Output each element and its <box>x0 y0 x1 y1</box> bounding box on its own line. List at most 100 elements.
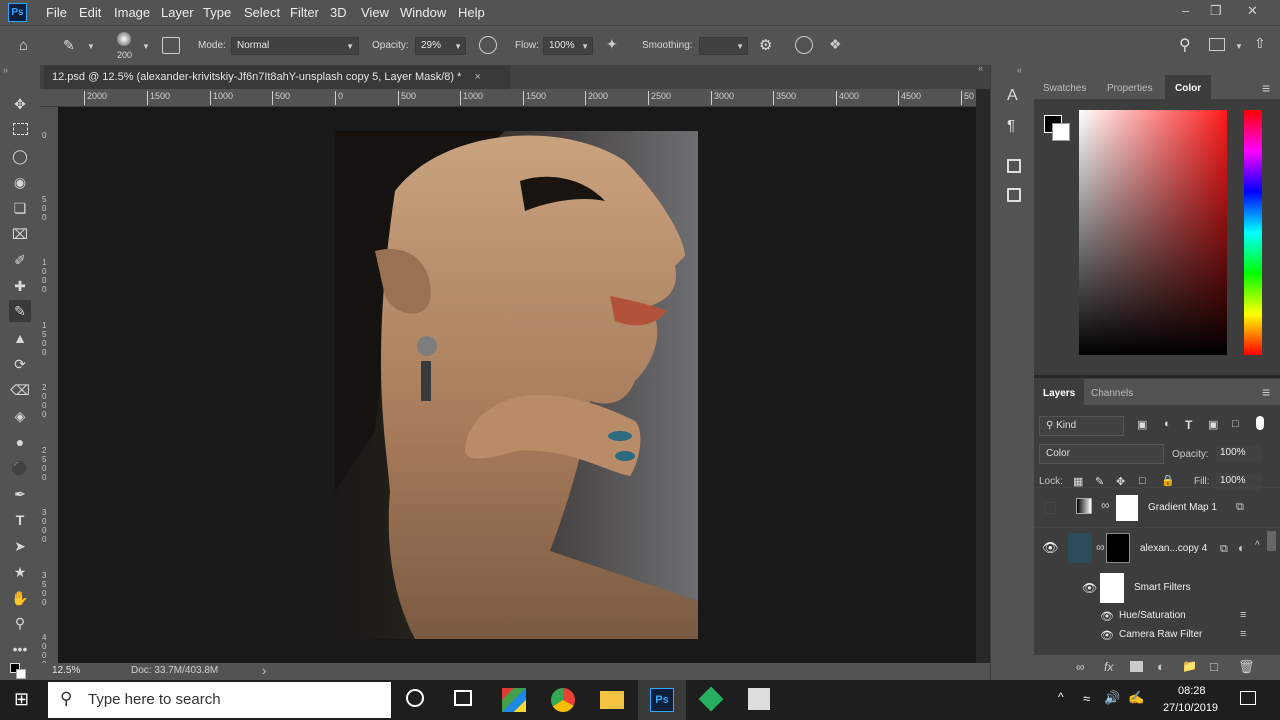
pen-tool-icon[interactable]: ✒ <box>9 483 31 505</box>
type-filter-icon[interactable]: T <box>1185 418 1192 432</box>
more-tools-icon[interactable]: ••• <box>9 638 31 660</box>
link-icon[interactable]: ∞ <box>1101 498 1110 512</box>
home-icon[interactable]: ⌂ <box>19 37 28 54</box>
chevron-up-icon[interactable]: ^ <box>1255 540 1260 551</box>
tab-layers[interactable]: Layers <box>1043 388 1075 399</box>
brush-panel-icon[interactable] <box>162 37 180 54</box>
layer-opacity-field[interactable]: 100% <box>1216 445 1262 463</box>
smart-filters-row[interactable]: 👁 Smart Filters <box>1034 569 1280 607</box>
wifi-icon[interactable]: ≈ <box>1083 691 1090 706</box>
menu-window[interactable]: Window <box>400 5 446 20</box>
filter-name[interactable]: Hue/Saturation <box>1119 610 1186 621</box>
layer-name[interactable]: alexan...copy 4 <box>1140 543 1207 554</box>
layer-thumbnail[interactable] <box>1068 533 1092 563</box>
paragraph-icon[interactable]: ¶ <box>1007 117 1015 134</box>
close-icon[interactable]: ✕ <box>1247 3 1258 19</box>
folder-icon[interactable]: 📁 <box>1182 659 1197 673</box>
windows-start-icon[interactable]: ⊞ <box>14 689 29 710</box>
document-image[interactable] <box>335 131 698 639</box>
type-tool-icon[interactable]: T <box>9 509 31 531</box>
brush-tool-icon[interactable]: ✎ <box>9 300 31 322</box>
mask-icon[interactable] <box>1130 661 1143 672</box>
minimize-icon[interactable]: – <box>1182 3 1189 18</box>
link-icon[interactable]: ∞ <box>1076 660 1085 674</box>
menu-image[interactable]: Image <box>114 5 150 20</box>
volume-icon[interactable]: 🔊 <box>1104 690 1120 706</box>
lock-artboard-icon[interactable]: □ <box>1139 475 1146 487</box>
language-icon[interactable]: ✍ <box>1128 690 1144 706</box>
tab-properties[interactable]: Properties <box>1107 83 1153 94</box>
document-tab[interactable]: 12.psd @ 12.5% (alexander-krivitskiy-Jf6… <box>44 65 510 89</box>
filter-row[interactable]: 👁 Hue/Saturation ≡ <box>1034 607 1280 626</box>
share-icon[interactable]: ⇧ <box>1254 35 1266 52</box>
layer-mask-thumbnail[interactable] <box>1116 495 1138 521</box>
app-icon[interactable] <box>748 688 770 710</box>
chevron-down-icon[interactable]: ▼ <box>1235 42 1243 51</box>
smart-object-filter-icon[interactable]: □ <box>1232 418 1239 430</box>
character-icon[interactable]: A <box>1007 87 1018 105</box>
pixel-filter-icon[interactable]: ▣ <box>1137 418 1147 431</box>
adjustment-filter-icon[interactable]: ◐ <box>1164 418 1171 430</box>
clock-time[interactable]: 08:28 <box>1178 685 1206 697</box>
eyedropper-tool-icon[interactable]: ✐ <box>9 249 31 271</box>
zoom-level[interactable]: 12.5% <box>52 665 80 676</box>
flow-field[interactable]: 100% ▼ <box>543 37 593 55</box>
filter-name[interactable]: Camera Raw Filter <box>1119 629 1202 640</box>
menu-type[interactable]: Type <box>203 5 231 20</box>
menu-help[interactable]: Help <box>458 5 485 20</box>
eye-icon[interactable]: 👁 <box>1100 610 1114 623</box>
notes-icon[interactable] <box>1007 188 1021 202</box>
brush-icon[interactable]: ✎ <box>63 37 75 54</box>
menu-view[interactable]: View <box>361 5 389 20</box>
shape-tool-icon[interactable]: ★ <box>9 561 31 583</box>
chevron-up-icon[interactable]: ^ <box>1058 690 1064 704</box>
frame-tool-icon[interactable]: ⌧ <box>9 223 31 245</box>
filter-effects-icon[interactable]: ◐ <box>1238 541 1245 555</box>
blending-options-icon[interactable]: ≡ <box>1240 628 1246 640</box>
filter-toggle-icon[interactable] <box>1256 416 1264 430</box>
opacity-field[interactable]: 29% ▼ <box>415 37 466 55</box>
trash-icon[interactable]: 🗑 <box>1238 659 1255 675</box>
app-icon[interactable] <box>502 688 526 712</box>
background-color-swatch[interactable] <box>16 669 26 679</box>
pressure-size-icon[interactable] <box>795 36 813 54</box>
libraries-icon[interactable] <box>1007 159 1021 173</box>
background-swatch[interactable] <box>1052 123 1070 141</box>
healing-brush-tool-icon[interactable]: ✚ <box>9 275 31 297</box>
eye-icon[interactable]: 👁 <box>1082 581 1097 595</box>
shape-filter-icon[interactable]: ▣ <box>1208 418 1218 431</box>
menu-layer[interactable]: Layer <box>161 5 194 20</box>
move-tool-icon[interactable]: ✥ <box>9 93 31 115</box>
menu-select[interactable]: Select <box>244 5 280 20</box>
airbrush-icon[interactable]: ✦ <box>606 36 618 53</box>
task-view-icon[interactable] <box>454 690 472 706</box>
adjustment-icon[interactable]: ◐ <box>1157 659 1165 674</box>
chrome-icon[interactable] <box>551 688 575 712</box>
eye-icon[interactable]: 👁 <box>1042 540 1059 556</box>
close-icon[interactable]: × <box>474 71 480 83</box>
expand-icon[interactable]: « <box>978 63 983 73</box>
history-brush-tool-icon[interactable]: ⟳ <box>9 353 31 375</box>
panel-menu-icon[interactable]: ≡ <box>1262 80 1270 96</box>
restore-icon[interactable]: ❐ <box>1210 3 1222 19</box>
menu-3d[interactable]: 3D <box>330 5 347 20</box>
menu-file[interactable]: File <box>46 5 67 20</box>
marquee-tool-icon[interactable] <box>9 119 31 141</box>
chevron-down-icon[interactable]: ▼ <box>142 42 150 51</box>
eraser-tool-icon[interactable]: ⌫ <box>9 379 31 401</box>
symmetry-icon[interactable]: ❖ <box>829 36 842 53</box>
new-layer-icon[interactable]: □ <box>1210 659 1218 674</box>
layer-mask-thumbnail[interactable] <box>1106 533 1130 563</box>
panel-menu-icon[interactable]: ≡ <box>1262 384 1270 400</box>
stamp-tool-icon[interactable]: ▲ <box>9 327 31 349</box>
gear-icon[interactable]: ⚙ <box>759 36 772 54</box>
link-icon[interactable]: ∞ <box>1096 540 1105 554</box>
zoom-tool-icon[interactable]: ⚲ <box>9 612 31 634</box>
hue-slider[interactable] <box>1244 110 1262 355</box>
smoothing-field[interactable]: ▼ <box>699 37 748 55</box>
tab-channels[interactable]: Channels <box>1091 388 1133 399</box>
chevron-down-icon[interactable]: ▼ <box>87 42 95 51</box>
eye-icon[interactable]: 👁 <box>1100 629 1114 642</box>
file-explorer-icon[interactable] <box>600 691 624 709</box>
lasso-tool-icon[interactable]: ◯ <box>9 145 31 167</box>
